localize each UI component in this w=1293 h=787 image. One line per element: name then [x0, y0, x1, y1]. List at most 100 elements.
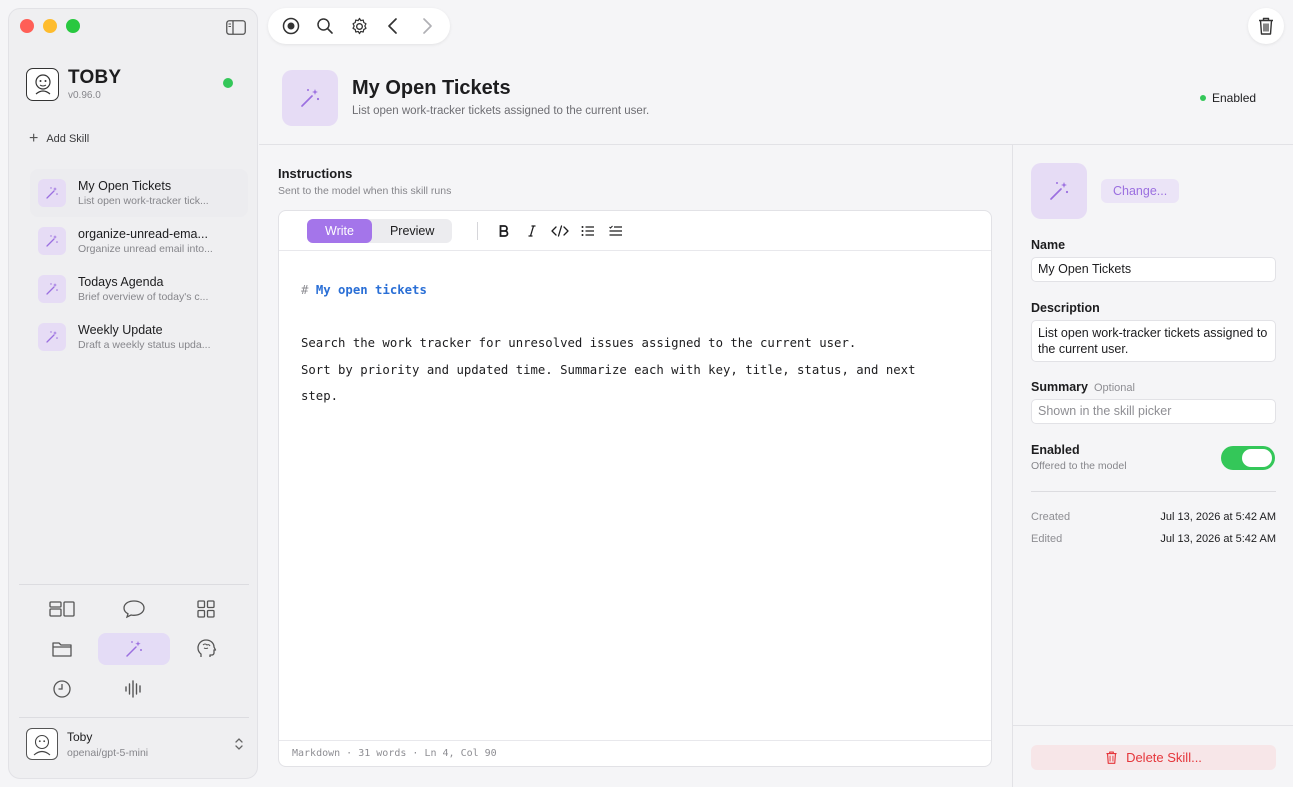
italic-button[interactable]: [518, 219, 546, 243]
tab-preview[interactable]: Preview: [372, 219, 452, 243]
edited-value: Jul 13, 2026 at 5:42 AM: [1160, 533, 1276, 545]
delete-skill-button[interactable]: Delete Skill...: [1031, 745, 1276, 770]
skill-item-organize-unread-email[interactable]: organize-unread-ema... Organize unread em…: [30, 217, 248, 265]
folder-icon: [52, 642, 72, 657]
clock-icon: [53, 680, 71, 698]
back-button[interactable]: [380, 13, 406, 39]
close-window-button[interactable]: [20, 19, 34, 33]
skill-name: organize-unread-ema...: [78, 227, 208, 241]
code-icon: [551, 224, 570, 237]
skill-item-weekly-update[interactable]: Weekly Update Draft a weekly status upda.…: [30, 313, 248, 361]
nav-history-button[interactable]: [26, 673, 98, 705]
edited-label: Edited: [1031, 533, 1063, 545]
zoom-window-button[interactable]: [66, 19, 80, 33]
bold-button[interactable]: [490, 219, 518, 243]
skill-name: Weekly Update: [78, 323, 163, 337]
name-field[interactable]: My Open Tickets: [1031, 257, 1276, 282]
record-button[interactable]: [278, 13, 304, 39]
skill-name: My Open Tickets: [78, 179, 172, 193]
name-label: Name: [1031, 238, 1066, 252]
skill-desc: Brief overview of today's c...: [78, 291, 209, 303]
created-label: Created: [1031, 511, 1071, 523]
nav-chat-button[interactable]: [98, 593, 170, 625]
enabled-subtitle: Offered to the model: [1031, 460, 1127, 472]
sidebar: TOBY v0.96.0 + Add Skill My Open Tickets…: [8, 8, 258, 779]
markdown-editor: Write Preview # My open tickets Search t…: [278, 210, 992, 767]
search-button[interactable]: [312, 13, 338, 39]
app-version: v0.96.0: [68, 90, 101, 101]
chevron-up-down-icon: [235, 738, 243, 750]
nav-skills-button[interactable]: [98, 633, 170, 665]
editor-toolbar: Write Preview: [279, 211, 991, 251]
bullet-list-button[interactable]: [574, 219, 602, 243]
delete-toolbar-button[interactable]: [1248, 8, 1284, 44]
tab-write[interactable]: Write: [307, 218, 372, 243]
magic-wand-icon: [38, 227, 66, 255]
record-icon: [282, 17, 300, 35]
enabled-toggle[interactable]: [1221, 446, 1275, 470]
skill-item-todays-agenda[interactable]: Todays Agenda Brief overview of today's c…: [30, 265, 248, 313]
online-status-dot: [223, 78, 233, 88]
code-button[interactable]: [546, 219, 574, 243]
summary-field[interactable]: Shown in the skill picker: [1031, 399, 1276, 424]
editor-line: Sort by priority and updated time. Summa…: [301, 362, 916, 377]
magic-wand-icon: [38, 275, 66, 303]
user-name: Toby: [67, 729, 93, 744]
skill-icon-preview: [1031, 163, 1087, 219]
description-field[interactable]: List open work-tracker tickets assigned …: [1031, 320, 1276, 362]
editor-line: step.: [301, 389, 339, 403]
description-label: Description: [1031, 301, 1100, 315]
toggle-knob: [1242, 449, 1272, 467]
nav-memory-button[interactable]: [170, 633, 242, 665]
summary-label: Summary Optional: [1031, 380, 1135, 394]
bullet-list-icon: [581, 225, 595, 236]
magic-wand-icon: [38, 323, 66, 351]
waveform-icon: [125, 680, 141, 698]
divider: [19, 717, 249, 718]
user-profile-button[interactable]: Toby openai/gpt-5-mini: [26, 727, 246, 761]
skill-desc: List open work-tracker tick...: [78, 195, 209, 207]
delete-skill-label: Delete Skill...: [1126, 750, 1202, 765]
minimize-window-button[interactable]: [43, 19, 57, 33]
layout-icon: [49, 601, 75, 617]
settings-button[interactable]: [346, 13, 372, 39]
toolbar: [268, 8, 450, 44]
nav-files-button[interactable]: [26, 633, 98, 665]
nav-apps-button[interactable]: [170, 593, 242, 625]
app-name: TOBY: [68, 67, 122, 88]
page-subtitle: List open work-tracker tickets assigned …: [352, 105, 650, 117]
status-badge: Enabled: [1200, 91, 1256, 105]
optional-hint: Optional: [1093, 382, 1135, 394]
skill-item-my-open-tickets[interactable]: My Open Tickets List open work-tracker ti…: [30, 169, 248, 217]
forward-button[interactable]: [414, 13, 440, 39]
skill-name: Todays Agenda: [78, 275, 164, 289]
checklist-icon: [609, 225, 623, 236]
sidebar-toggle-icon[interactable]: [226, 20, 246, 35]
nav-voice-button[interactable]: [98, 673, 170, 705]
instructions-subtitle: Sent to the model when this skill runs: [278, 185, 452, 197]
summary-label-text: Summary: [1031, 380, 1088, 394]
skill-list: My Open Tickets List open work-tracker ti…: [30, 169, 248, 361]
add-skill-button[interactable]: + Add Skill: [29, 131, 89, 147]
trash-icon: [1259, 17, 1273, 35]
status-dot: [1200, 95, 1206, 101]
gear-icon: [351, 17, 367, 34]
divider: [19, 584, 249, 585]
divider: [1013, 725, 1293, 726]
instructions-title: Instructions: [278, 166, 353, 181]
skill-header-icon: [282, 70, 338, 126]
created-row: Created Jul 13, 2026 at 5:42 AM: [1031, 511, 1276, 523]
editor-textarea[interactable]: # My open tickets Search the work tracke…: [279, 251, 991, 436]
markdown-heading-line: # My open tickets: [301, 277, 969, 304]
enabled-label: Enabled: [1031, 443, 1080, 457]
write-preview-toggle: Write Preview: [307, 218, 453, 243]
nav-layout-button[interactable]: [26, 593, 98, 625]
task-list-button[interactable]: [602, 219, 630, 243]
divider: [1031, 491, 1276, 492]
brand: TOBY v0.96.0: [26, 67, 121, 101]
change-icon-button[interactable]: Change...: [1101, 179, 1180, 203]
trash-icon: [1106, 751, 1117, 764]
avatar: [26, 728, 58, 760]
skill-desc: Organize unread email into...: [78, 243, 213, 255]
